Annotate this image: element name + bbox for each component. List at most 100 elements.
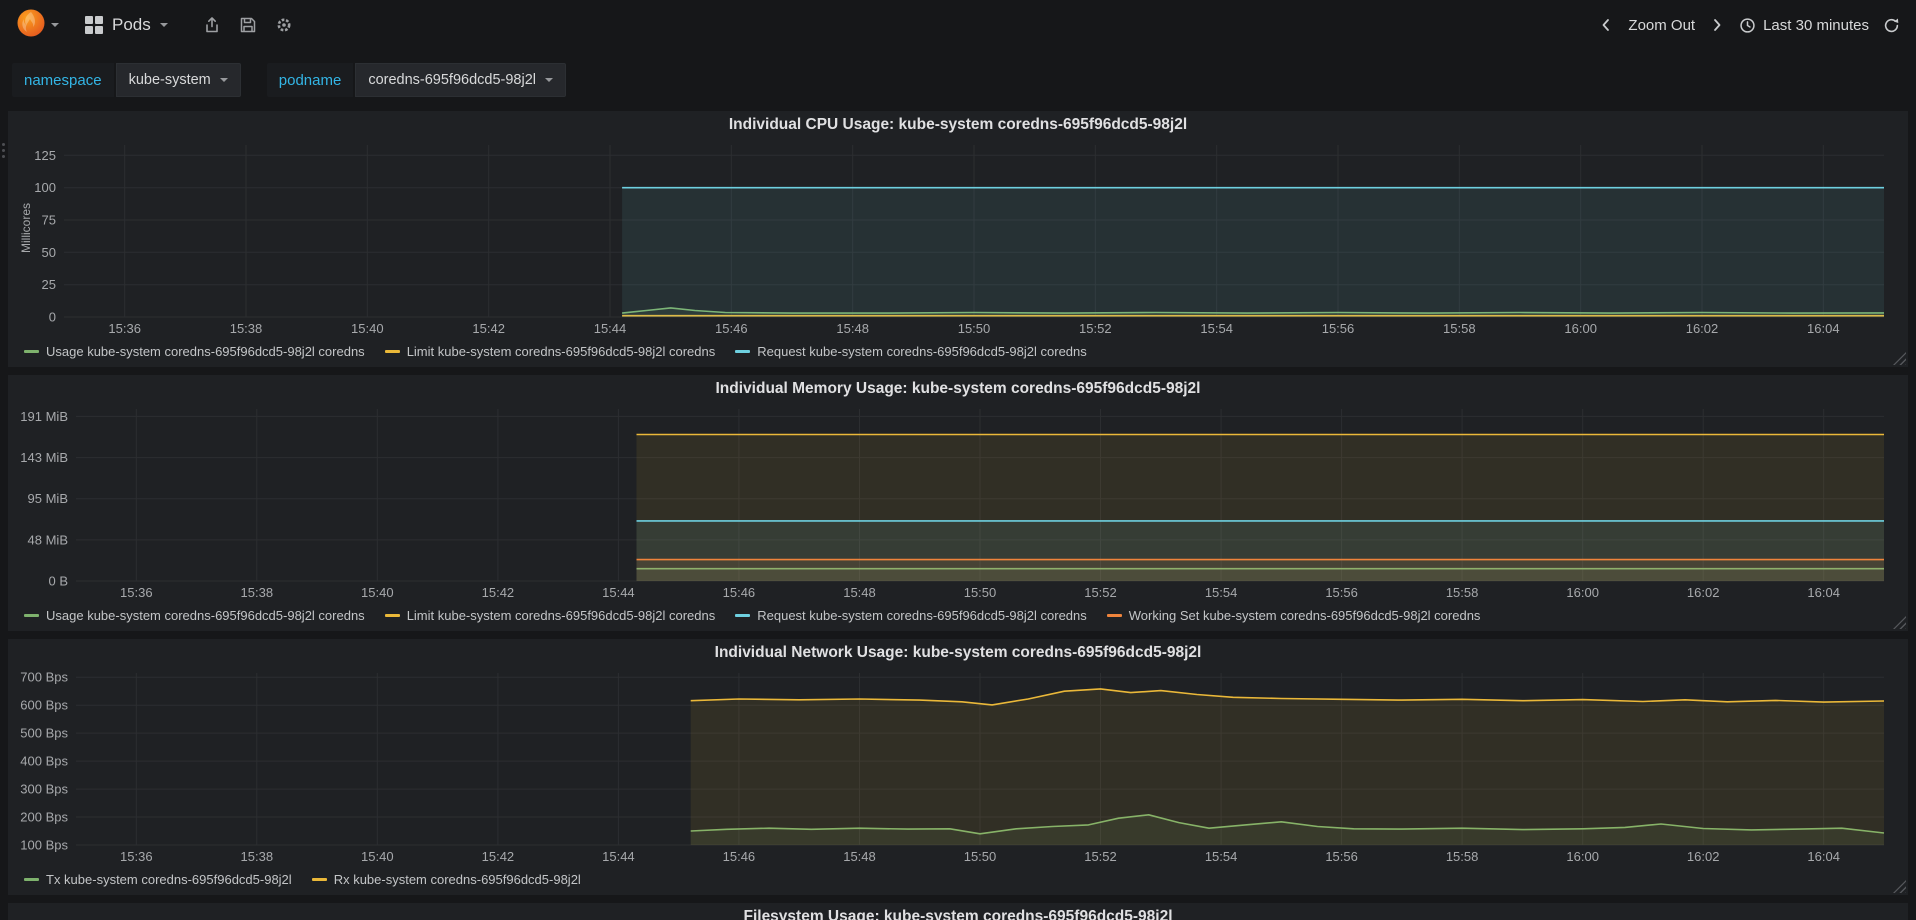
panel-title[interactable]: Individual CPU Usage: kube-system coredn… [18,111,1898,139]
x-tick-label: 16:02 [1686,321,1719,336]
x-tick-label: 15:38 [241,585,274,600]
series-fill [690,688,1885,845]
navbar: Pods Zoom Out Last 30 minutes [0,0,1916,50]
y-tick-label: 50 [42,245,56,260]
x-tick-label: 15:58 [1446,585,1479,600]
x-tick-label: 16:02 [1687,849,1720,864]
dashboard-title: Pods [112,15,151,34]
time-forward-button[interactable] [1709,17,1725,33]
network-usage-chart[interactable]: 100 Bps 200 Bps 300 Bps 400 Bps 500 Bps 600 B… [18,667,1898,867]
x-tick-label: 15:54 [1200,321,1233,336]
legend-item[interactable]: Usage kube-system coredns-695f96dcd5-98j… [24,608,365,623]
x-tick-label: 16:00 [1566,849,1599,864]
x-tick-label: 15:40 [351,321,384,336]
x-tick-label: 15:42 [472,321,505,336]
x-tick-label: 15:56 [1322,321,1355,336]
x-tick-label: 15:36 [120,849,153,864]
navbar-left: Pods [16,8,302,43]
y-tick-label: 300 Bps [20,782,68,797]
x-tick-label: 15:52 [1079,321,1112,336]
series-fill [636,559,1884,581]
x-tick-label: 16:04 [1807,321,1840,336]
x-tick-label: 15:46 [723,849,756,864]
panel-filesystem-usage: Filesystem Usage: kube-system coredns-69… [8,903,1908,920]
template-variables-bar: namespace kube-system podname coredns-69… [0,50,1916,111]
variable-value-text: coredns-695f96dcd5-98j2l [368,72,536,88]
x-tick-label: 15:52 [1084,585,1117,600]
x-tick-label: 15:48 [836,321,869,336]
x-tick-label: 15:56 [1325,849,1358,864]
y-tick-label: 191 MiB [20,409,68,424]
legend-swatch [735,349,751,353]
x-tick-label: 15:38 [230,321,263,336]
y-tick-label: 125 [34,148,56,163]
legend-swatch [24,613,39,617]
legend-swatch [1106,613,1122,617]
variable-value-podname-dropdown[interactable]: coredns-695f96dcd5-98j2l [355,63,566,97]
memory-usage-chart[interactable]: 0 B 48 MiB 95 MiB 143 MiB 191 MiB 15:36 15:38 1… [18,403,1898,603]
dashboard-area: Individual CPU Usage: kube-system coredn… [0,111,1916,920]
grafana-logo [16,8,46,43]
x-tick-label: 15:50 [964,585,997,600]
legend-item[interactable]: Rx kube-system coredns-695f96dcd5-98j2l [311,872,581,887]
x-tick-label: 16:00 [1564,321,1597,336]
x-tick-label: 15:50 [958,321,991,336]
legend-swatch [384,349,400,353]
legend-swatch [24,877,39,881]
y-tick-label: 100 [34,180,56,195]
legend-item[interactable]: Limit kube-system coredns-695f96dcd5-98j… [384,608,715,623]
chevron-right-icon [1714,19,1721,31]
y-tick-label: 75 [42,213,56,228]
y-tick-label: 143 MiB [20,450,68,465]
legend-swatch [24,349,39,353]
x-tick-label: 15:58 [1443,321,1476,336]
x-tick-label: 15:54 [1205,585,1238,600]
zoom-out-button[interactable]: Zoom Out [1628,17,1695,34]
x-tick-label: 15:36 [108,321,141,336]
caret-down-icon [219,78,228,82]
settings-button[interactable] [275,16,293,34]
legend-item[interactable]: Working Set kube-system coredns-695f96dc… [1106,608,1480,623]
y-tick-label: 0 [49,310,56,325]
x-tick-label: 15:58 [1446,849,1479,864]
variable-value-namespace-dropdown[interactable]: kube-system [115,63,241,97]
legend-item[interactable]: Usage kube-system coredns-695f96dcd5-98j… [24,344,365,359]
time-range-button[interactable]: Last 30 minutes [1739,17,1869,34]
y-tick-label: 700 Bps [20,670,68,685]
x-tick-label: 15:44 [602,849,635,864]
grafana-menu-button[interactable] [16,8,59,43]
time-back-button[interactable] [1598,17,1614,33]
x-tick-label: 15:54 [1205,849,1238,864]
series-fill [622,187,1884,317]
x-tick-label: 15:46 [715,321,748,336]
x-tick-label: 15:40 [361,585,394,600]
save-button[interactable] [239,16,257,34]
x-tick-label: 15:44 [602,585,635,600]
dashboard-picker[interactable]: Pods [85,15,168,35]
legend-item[interactable]: Request kube-system coredns-695f96dcd5-9… [735,608,1087,623]
x-tick-label: 15:46 [723,585,756,600]
legend-item[interactable]: Tx kube-system coredns-695f96dcd5-98j2l [24,872,292,887]
chart-svg: 0 B 48 MiB 95 MiB 143 MiB 191 MiB 15:36 15:38 1… [20,409,1884,600]
clock-icon [1740,17,1755,33]
x-tick-label: 15:52 [1084,849,1117,864]
legend-item[interactable]: Request kube-system coredns-695f96dcd5-9… [735,344,1087,359]
share-button[interactable] [203,16,221,34]
cpu-legend: Usage kube-system coredns-695f96dcd5-98j… [18,339,1898,363]
dashboard-grid-icon [85,16,103,34]
y-tick-label: 95 MiB [28,491,68,506]
refresh-button[interactable] [1883,17,1900,34]
panel-cpu-usage: Individual CPU Usage: kube-system coredn… [8,111,1908,367]
variable-namespace: namespace kube-system [12,63,241,97]
x-tick-label: 15:36 [120,585,153,600]
y-tick-label: 500 Bps [20,726,68,741]
x-tick-label: 16:04 [1807,585,1840,600]
time-range-label: Last 30 minutes [1763,16,1869,34]
legend-item[interactable]: Limit kube-system coredns-695f96dcd5-98j… [384,344,715,359]
refresh-icon [1884,18,1899,32]
panel-title[interactable]: Individual Network Usage: kube-system co… [18,639,1898,667]
cpu-usage-chart[interactable]: 0 25 50 75 100 125 15:36 15:38 15:40 15:42 15:44 15… [18,139,1898,339]
panel-title[interactable]: Individual Memory Usage: kube-system cor… [18,375,1898,403]
x-tick-label: 15:40 [361,849,394,864]
panel-title[interactable]: Filesystem Usage: kube-system coredns-69… [18,903,1898,920]
